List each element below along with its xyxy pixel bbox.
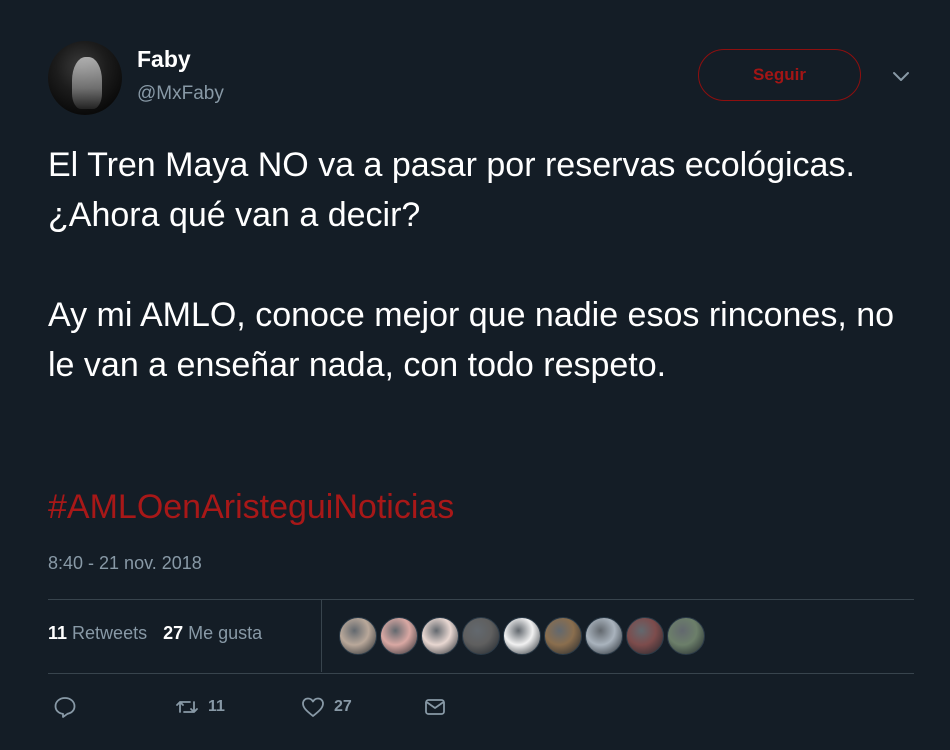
like-button[interactable]: 27: [300, 694, 422, 720]
divider-top: [48, 599, 914, 600]
reply-button[interactable]: [52, 694, 174, 720]
retweet-icon: [176, 701, 198, 713]
user-handle[interactable]: @MxFaby: [137, 83, 224, 105]
tweet-stats: 11 Retweets 27 Me gusta: [48, 623, 262, 644]
tweet-text: El Tren Maya NO va a pasar por reservas …: [48, 140, 928, 390]
liker-avatar-3[interactable]: [421, 617, 459, 655]
reply-icon: [54, 697, 76, 718]
envelope-icon: [425, 699, 445, 715]
likes-stat[interactable]: 27 Me gusta: [163, 623, 262, 644]
like-count: 27: [334, 698, 352, 715]
liker-avatar-8[interactable]: [626, 617, 664, 655]
liker-avatar-2[interactable]: [380, 617, 418, 655]
retweets-stat[interactable]: 11 Retweets: [48, 623, 147, 644]
tweet-actions: 11 27: [52, 694, 448, 720]
direct-message-button[interactable]: [422, 694, 448, 720]
liker-avatar-9[interactable]: [667, 617, 705, 655]
avatar-figure: [72, 57, 102, 109]
divider-vertical: [321, 600, 322, 672]
divider-bottom: [48, 673, 914, 674]
liker-avatar-1[interactable]: [339, 617, 377, 655]
chevron-down-icon[interactable]: [890, 66, 912, 88]
retweet-button[interactable]: 11: [174, 694, 300, 720]
tweet-paragraph-1: El Tren Maya NO va a pasar por reservas …: [48, 146, 855, 234]
liker-avatars: [339, 617, 705, 655]
hashtag-link[interactable]: #AMLOenAristeguiNoticias: [48, 484, 454, 530]
liker-avatar-6[interactable]: [544, 617, 582, 655]
heart-icon: [302, 697, 324, 717]
follow-button[interactable]: Seguir: [698, 49, 861, 101]
liker-avatar-5[interactable]: [503, 617, 541, 655]
retweet-count: 11: [208, 698, 225, 715]
tweet-timestamp[interactable]: 8:40 - 21 nov. 2018: [48, 553, 202, 574]
liker-avatar-4[interactable]: [462, 617, 500, 655]
tweet-paragraph-2: Ay mi AMLO, conoce mejor que nadie esos …: [48, 296, 895, 384]
liker-avatar-7[interactable]: [585, 617, 623, 655]
avatar[interactable]: [48, 41, 122, 115]
display-name[interactable]: Faby: [137, 46, 191, 73]
